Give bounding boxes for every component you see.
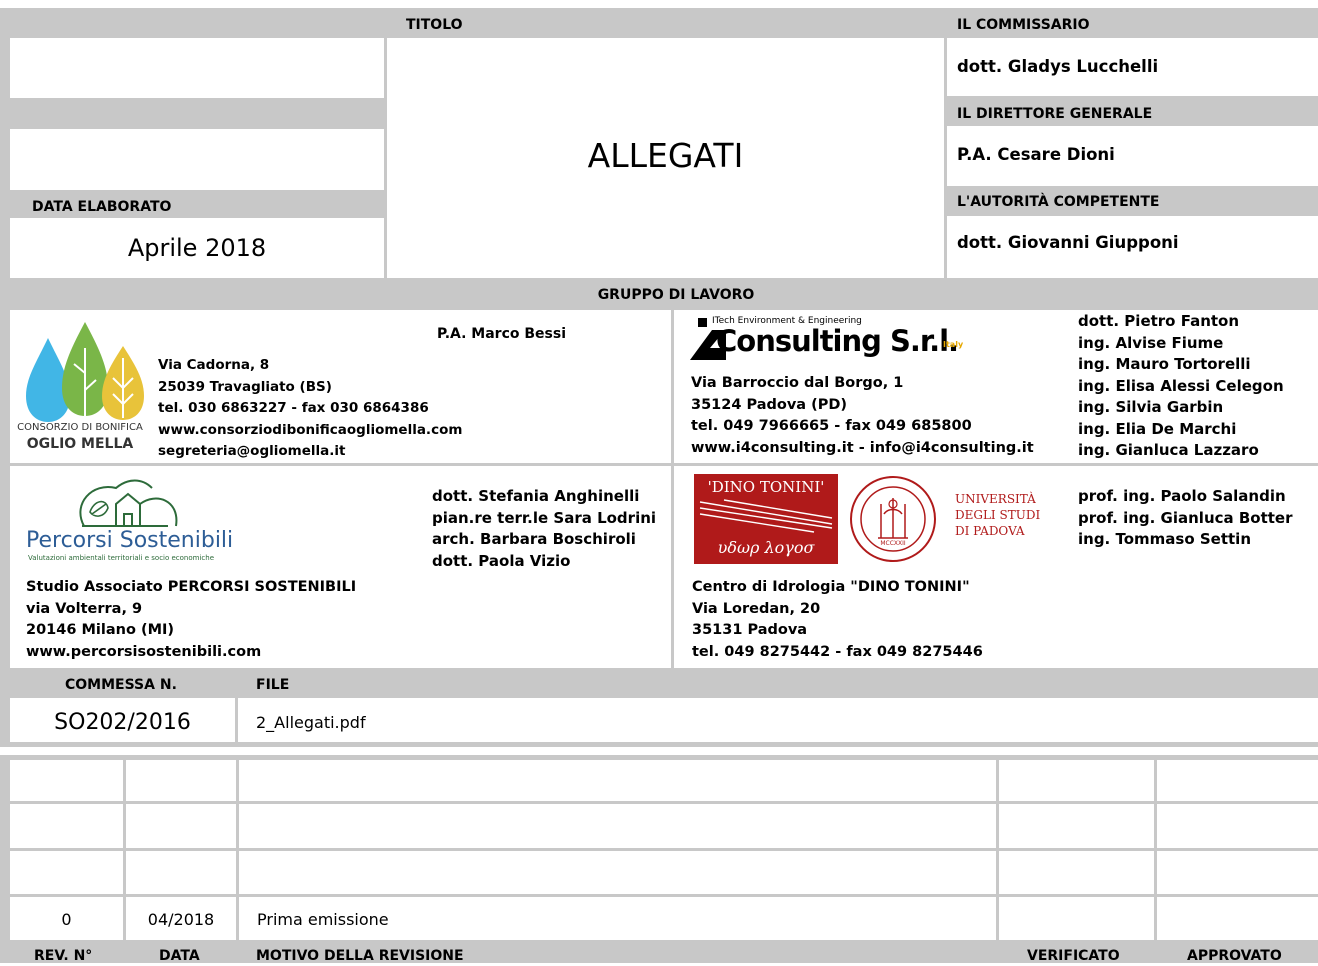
rev-row-div-1 (10, 801, 1318, 804)
tonini-logo-top: 'DINO TONINI' (707, 478, 825, 496)
data-elaborato-value: Aprile 2018 (127, 234, 267, 262)
commissario-label: IL COMMISSARIO (957, 17, 1090, 33)
rev-header-data: DATA (159, 948, 200, 964)
uni-line3: DI PADOVA (955, 524, 1025, 538)
left-empty-band-1 (0, 98, 386, 129)
commessa-header-bar (0, 668, 1318, 698)
i4-logo-italy: Italy (943, 340, 964, 349)
i4-people: dott. Pietro Fanton ing. Alvise Fiume in… (1078, 312, 1284, 459)
titolo-label: TITOLO (406, 17, 463, 33)
spacer-band (0, 742, 1318, 747)
gruppo-label: GRUPPO DI LAVORO (597, 287, 755, 303)
tonini-logo-bottom: υδωρ λογοσ (717, 538, 815, 557)
gruppo-left-band (0, 310, 10, 668)
oglio-address: Via Cadorna, 8 25039 Travagliato (BS) te… (158, 357, 463, 459)
data-elaborato-label: DATA ELABORATO (32, 199, 172, 215)
percorsi-logo-tagline: Valutazioni ambientali territoriali e so… (28, 554, 215, 562)
rev-header-verificato: VERIFICATO (1027, 948, 1120, 964)
title-right-divider (944, 38, 947, 278)
seal-year: MCCXXII (880, 540, 906, 547)
i4-address: Via Barroccio dal Borgo, 1 35124 Padova … (691, 375, 1034, 456)
file-value: 2_Allegati.pdf (256, 713, 366, 732)
uni-line1: UNIVERSITÀ (955, 492, 1036, 506)
unipd-seal: MCCXXII (848, 474, 938, 564)
tonini-people: prof. ing. Paolo Salandin prof. ing. Gia… (1078, 487, 1293, 548)
commissario-name: dott. Gladys Lucchelli (957, 57, 1159, 76)
rev-row-div-3 (10, 894, 1318, 897)
percorsi-sostenibili-logo: Percorsi Sostenibili Valutazioni ambient… (26, 474, 246, 566)
oglio-mella-logo: CONSORZIO DI BONIFICA OGLIO MELLA (17, 318, 158, 460)
autorita-name: dott. Giovanni Giupponi (957, 233, 1179, 252)
oglio-logo-line1: CONSORZIO DI BONIFICA (17, 422, 143, 433)
commessa-left-band (0, 698, 10, 742)
autorita-label: L'AUTORITÀ COMPETENTE (957, 194, 1160, 210)
percorsi-address: Studio Associato PERCORSI SOSTENIBILI vi… (26, 579, 357, 660)
uni-line2: DEGLI STUDI (955, 508, 1041, 522)
rev-row-number: 0 (61, 910, 72, 929)
rev-header-rev: REV. N° (34, 948, 93, 964)
gruppo-row-divider (10, 463, 1318, 466)
percorsi-logo-name: Percorsi Sostenibili (26, 528, 234, 553)
file-label: FILE (256, 677, 290, 693)
left-column-band-top (0, 38, 10, 278)
direttore-label: IL DIRETTORE GENERALE (957, 106, 1153, 122)
commessa-divider (235, 698, 238, 742)
percorsi-people: dott. Stefania Anghinelli pian.re terr.l… (432, 487, 657, 570)
oglio-logo-line2: OGLIO MELLA (26, 436, 134, 452)
rev-header-motivo: MOTIVO DELLA REVISIONE (256, 948, 464, 964)
rev-row-motivo: Prima emissione (257, 910, 389, 929)
document-title: ALLEGATI (587, 136, 744, 175)
rev-row-div-2 (10, 848, 1318, 851)
i4-consulting-logo: ITech Environment & Engineering Consulti… (690, 316, 970, 361)
unipd-wordmark: UNIVERSITÀ DEGLI STUDI DI PADOVA (955, 491, 1040, 539)
rev-row-date: 04/2018 (147, 910, 215, 929)
top-header-bar (0, 8, 1318, 38)
rev-header-approvato: APPROVATO (1187, 948, 1282, 964)
commessa-label: COMMESSA N. (65, 677, 177, 693)
direttore-name: P.A. Cesare Dioni (957, 145, 1115, 164)
commessa-value: SO202/2016 (54, 710, 191, 735)
rev-left-band (0, 760, 10, 940)
tonini-address: Centro di Idrologia "DINO TONINI" Via Lo… (692, 579, 983, 660)
oglio-person: P.A. Marco Bessi (437, 326, 567, 342)
gruppo-middle-divider (671, 310, 674, 668)
dino-tonini-logo: 'DINO TONINI' υδωρ λογοσ (694, 474, 838, 564)
i4-logo-main: Consulting S.r.l. (716, 324, 959, 358)
spacer-band-2 (0, 755, 1318, 760)
